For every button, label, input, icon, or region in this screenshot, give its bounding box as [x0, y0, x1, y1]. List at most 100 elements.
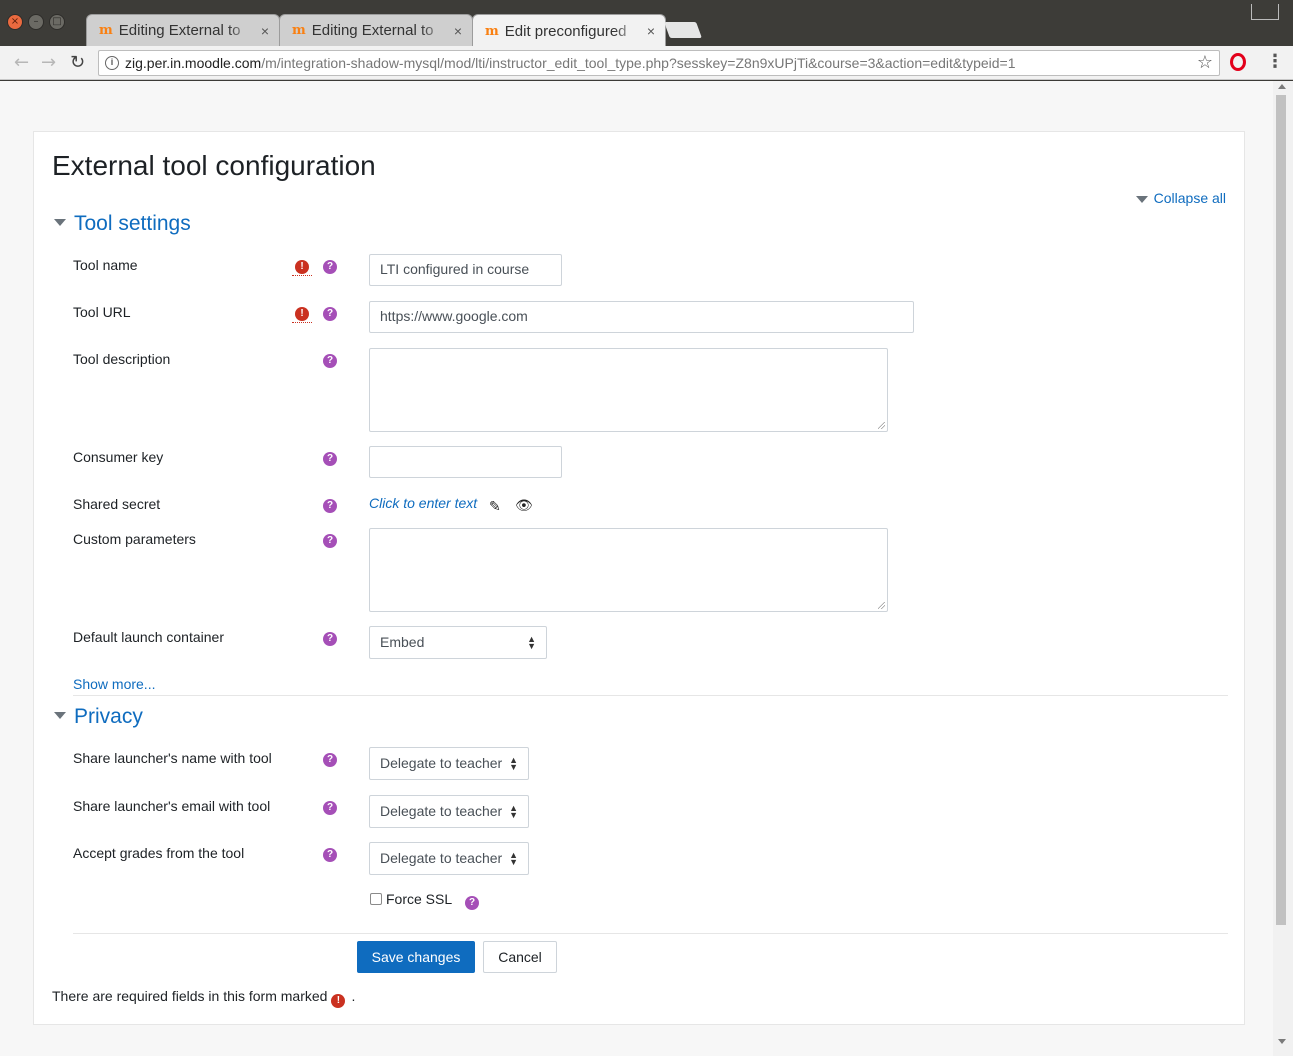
kebab-menu-icon[interactable]: ⋮: [1266, 51, 1284, 72]
url-host: zig.per.in.moodle.com: [125, 55, 262, 71]
expand-triangle-icon: [54, 711, 66, 719]
tab-close-icon[interactable]: ×: [261, 23, 269, 39]
url-text[interactable]: zig.per.in.moodle.com/m/integration-shad…: [125, 55, 1016, 71]
section-divider: [73, 695, 1228, 696]
help-icon[interactable]: ?: [323, 260, 337, 274]
tool-url-input[interactable]: https://www.google.com: [369, 301, 914, 333]
section-title: Tool settings: [74, 212, 191, 235]
help-icon[interactable]: ?: [323, 632, 337, 646]
forward-arrow-icon[interactable]: →: [41, 52, 56, 73]
url-path: /m/integration-shadow-mysql/mod/lti/inst…: [261, 55, 1016, 71]
custom-parameters-label: Custom parameters: [73, 531, 196, 547]
browser-tab-active[interactable]: m Edit preconfigured ×: [472, 14, 666, 47]
pencil-icon[interactable]: ✎: [489, 498, 501, 515]
shared-secret-edit-link[interactable]: Click to enter text: [369, 495, 477, 511]
tab-title: Editing External to: [118, 22, 241, 39]
accept-grades-label: Accept grades from the tool: [73, 845, 245, 861]
window-controls: × – □: [7, 14, 65, 30]
scroll-down-arrow-icon[interactable]: [1278, 1039, 1286, 1044]
form-divider: [73, 933, 1228, 934]
address-bar[interactable]: i zig.per.in.moodle.com/m/integration-sh…: [98, 50, 1220, 76]
collapse-all-link[interactable]: Collapse all: [1135, 190, 1226, 206]
scrollbar-thumb[interactable]: [1276, 95, 1286, 925]
help-icon[interactable]: ?: [323, 452, 337, 466]
browser-titlebar: × – □ m Editing External to × m Editing …: [0, 0, 1293, 47]
select-arrows-icon: ▲ ▼: [509, 850, 518, 867]
required-icon: !: [292, 307, 312, 323]
main-card: External tool configuration Collapse all…: [33, 131, 1245, 1025]
vertical-scrollbar[interactable]: [1273, 81, 1293, 1056]
moodle-favicon-icon: m: [485, 23, 499, 39]
share-email-label: Share launcher's email with tool: [73, 798, 271, 814]
select-value: Delegate to teacher: [380, 850, 503, 866]
default-launch-container-label: Default launch container: [73, 629, 224, 645]
show-more-link[interactable]: Show more...: [73, 676, 155, 692]
custom-parameters-textarea[interactable]: [369, 528, 888, 612]
required-note-text: There are required fields in this form m…: [52, 988, 328, 1004]
share-name-label: Share launcher's name with tool: [73, 750, 272, 766]
profile-icon[interactable]: [1251, 4, 1279, 20]
back-arrow-icon[interactable]: ←: [14, 52, 29, 73]
scroll-up-arrow-icon[interactable]: [1278, 84, 1286, 89]
required-fields-note: There are required fields in this form m…: [52, 988, 355, 1008]
required-note-end: .: [351, 988, 356, 1004]
consumer-key-input[interactable]: [369, 446, 562, 478]
expand-triangle-icon: [54, 218, 66, 226]
required-icon: !: [331, 994, 346, 1008]
window-minimize-icon[interactable]: –: [28, 14, 44, 30]
select-arrows-icon: ▲ ▼: [509, 755, 518, 772]
tab-title: Editing External to: [311, 22, 434, 39]
tool-description-textarea[interactable]: [369, 348, 888, 432]
force-ssl-label[interactable]: Force SSL: [386, 891, 452, 907]
tab-title: Edit preconfigured: [504, 22, 627, 40]
star-icon[interactable]: ☆: [1197, 52, 1213, 73]
accept-grades-select[interactable]: Delegate to teacher ▲ ▼: [369, 842, 529, 875]
tool-name-input[interactable]: LTI configured in course: [369, 254, 562, 286]
select-value: Delegate to teacher: [380, 803, 503, 819]
help-icon[interactable]: ?: [323, 753, 337, 767]
eye-icon[interactable]: 👁: [515, 497, 533, 514]
help-icon[interactable]: ?: [323, 307, 337, 321]
browser-tab-2[interactable]: m Editing External to ×: [279, 14, 473, 46]
tool-description-label: Tool description: [73, 351, 171, 367]
select-arrows-icon: ▲ ▼: [527, 634, 536, 651]
cancel-button[interactable]: Cancel: [483, 941, 557, 973]
opera-icon[interactable]: [1230, 53, 1246, 71]
new-tab-button[interactable]: [664, 22, 702, 38]
moodle-favicon-icon: m: [99, 23, 113, 38]
save-changes-button[interactable]: Save changes: [357, 941, 475, 973]
share-name-select[interactable]: Delegate to teacher ▲ ▼: [369, 747, 529, 780]
help-icon[interactable]: ?: [323, 534, 337, 548]
help-icon[interactable]: ?: [323, 848, 337, 862]
section-header-tool-settings[interactable]: Tool settings: [54, 212, 191, 236]
section-header-privacy[interactable]: Privacy: [54, 705, 143, 729]
info-icon[interactable]: i: [105, 56, 119, 70]
browser-toolbar: ← → ↻ i zig.per.in.moodle.com/m/integrat…: [0, 46, 1293, 80]
select-value: Delegate to teacher: [380, 755, 503, 771]
consumer-key-label: Consumer key: [73, 449, 164, 465]
help-icon[interactable]: ?: [323, 499, 337, 513]
share-email-select[interactable]: Delegate to teacher ▲ ▼: [369, 795, 529, 828]
required-icon: !: [292, 260, 312, 276]
help-icon[interactable]: ?: [323, 801, 337, 815]
browser-tab-1[interactable]: m Editing External to ×: [86, 14, 280, 46]
window-close-icon[interactable]: ×: [7, 14, 23, 30]
help-icon[interactable]: ?: [465, 896, 479, 910]
select-arrows-icon: ▲ ▼: [509, 803, 518, 820]
collapse-triangle-icon: [1135, 195, 1148, 203]
window-maximize-icon[interactable]: □: [49, 14, 65, 30]
tool-name-label: Tool name: [73, 257, 138, 273]
page-viewport: External tool configuration Collapse all…: [0, 81, 1293, 1056]
help-icon[interactable]: ?: [323, 354, 337, 368]
force-ssl-checkbox[interactable]: [370, 893, 382, 905]
page-title: External tool configuration: [52, 150, 376, 181]
reload-icon[interactable]: ↻: [70, 52, 85, 73]
collapse-all-label: Collapse all: [1153, 190, 1226, 206]
tab-close-icon[interactable]: ×: [647, 23, 655, 39]
tab-close-icon[interactable]: ×: [454, 23, 462, 39]
default-launch-container-select[interactable]: Embed ▲ ▼: [369, 626, 547, 659]
select-value: Embed: [380, 634, 425, 650]
moodle-favicon-icon: m: [292, 23, 306, 38]
shared-secret-label: Shared secret: [73, 496, 161, 512]
section-title: Privacy: [74, 705, 143, 728]
